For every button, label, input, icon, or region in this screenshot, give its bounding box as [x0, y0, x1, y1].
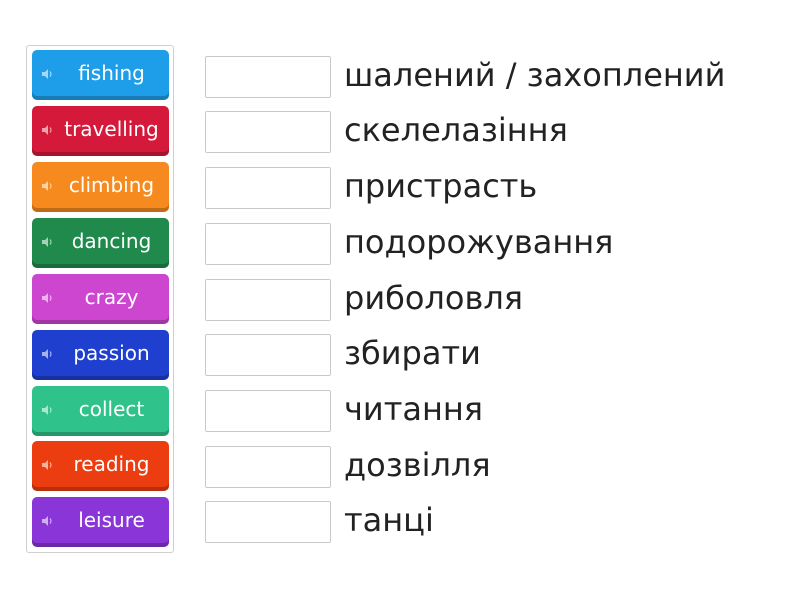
speaker-icon[interactable]: [41, 68, 53, 80]
word-tile-fishing[interactable]: fishing: [32, 50, 169, 100]
word-tile-label: passion: [73, 341, 150, 365]
definition-text: подорожування: [344, 223, 614, 261]
match-up-activity: fishing travelling climbing dancing craz…: [0, 0, 800, 600]
word-tile-dancing[interactable]: dancing: [32, 218, 169, 268]
word-tile-label: collect: [78, 397, 145, 421]
speaker-icon[interactable]: [41, 124, 53, 136]
word-tile-crazy[interactable]: crazy: [32, 274, 169, 324]
word-tile-passion[interactable]: passion: [32, 330, 169, 380]
drop-slot[interactable]: [205, 167, 331, 209]
drop-slot[interactable]: [205, 501, 331, 543]
speaker-icon[interactable]: [41, 180, 53, 192]
speaker-icon[interactable]: [41, 348, 53, 360]
definition-text: читання: [344, 390, 484, 428]
definition-text: збирати: [344, 334, 481, 372]
definition-text: риболовля: [344, 279, 524, 317]
word-tile-label: fishing: [78, 61, 145, 85]
word-tile-travelling[interactable]: travelling: [32, 106, 169, 156]
drop-slot[interactable]: [205, 223, 331, 265]
word-tile-collect[interactable]: collect: [32, 386, 169, 436]
word-tile-climbing[interactable]: climbing: [32, 162, 169, 212]
speaker-icon[interactable]: [41, 236, 53, 248]
word-tile-label: travelling: [64, 117, 159, 141]
speaker-icon[interactable]: [41, 404, 53, 416]
drop-slot[interactable]: [205, 446, 331, 488]
definition-text: танці: [344, 501, 434, 539]
drop-slot[interactable]: [205, 279, 331, 321]
drop-slot[interactable]: [205, 111, 331, 153]
definition-text: скелелазіння: [344, 111, 568, 149]
definition-text: дозвілля: [344, 446, 491, 484]
drop-slot[interactable]: [205, 334, 331, 376]
drop-slot[interactable]: [205, 390, 331, 432]
word-tile-label: crazy: [84, 285, 139, 309]
word-tile-label: leisure: [78, 508, 145, 532]
speaker-icon[interactable]: [41, 459, 53, 471]
word-tile-label: climbing: [68, 173, 155, 197]
speaker-icon[interactable]: [41, 292, 53, 304]
word-tile-leisure[interactable]: leisure: [32, 497, 169, 547]
word-tile-reading[interactable]: reading: [32, 441, 169, 491]
word-tile-label: dancing: [71, 229, 152, 253]
definition-text: шалений / захоплений: [344, 56, 726, 94]
drop-slot[interactable]: [205, 56, 331, 98]
definition-text: пристрасть: [344, 167, 538, 205]
word-tile-label: reading: [73, 452, 150, 476]
speaker-icon[interactable]: [41, 515, 53, 527]
